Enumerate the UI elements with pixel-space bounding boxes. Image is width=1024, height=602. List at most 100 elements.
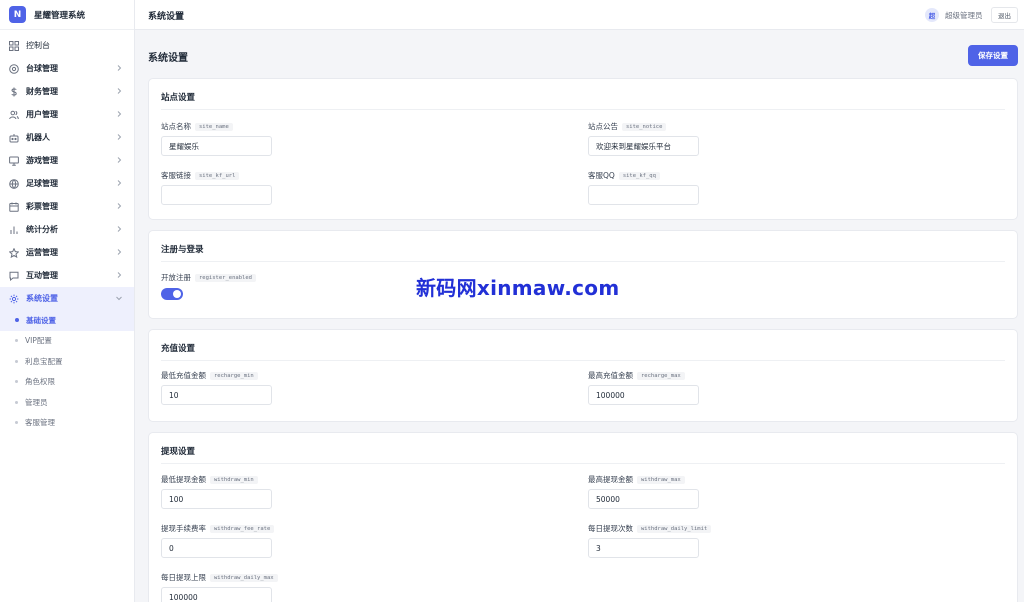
sidebar-subitem-customer-service[interactable]: 客服管理 [0, 413, 134, 434]
save-settings-button[interactable]: 保存设置 [968, 45, 1018, 66]
sidebar-item-robot[interactable]: 机器人 [0, 126, 134, 149]
divider [161, 360, 1005, 361]
sidebar-item-lottery[interactable]: 彩票管理 [0, 195, 134, 218]
register-enabled-toggle[interactable] [161, 288, 183, 300]
withdraw-fee-rate-input[interactable]: 0 [161, 538, 272, 558]
recharge-max-input[interactable]: 100000 [588, 385, 699, 405]
sidebar-subitem-vip-config[interactable]: VIP配置 [0, 331, 134, 352]
sidebar-subitem-label: VIP配置 [25, 336, 52, 346]
topbar: 系统设置 超 超级管理员 退出 [135, 0, 1024, 30]
withdraw-max-input[interactable]: 50000 [588, 489, 699, 509]
sidebar-item-interaction[interactable]: 互动管理 [0, 264, 134, 287]
field-key-badge: withdraw_daily_limit [637, 524, 712, 533]
field-recharge-min: 最低充值金额 recharge_min 10 [161, 370, 272, 405]
sidebar-item-users[interactable]: 用户管理 [0, 103, 134, 126]
field-withdraw-daily-max: 每日提现上限 withdraw_daily_max 100000 [161, 572, 278, 602]
field-label: 客服QQ [588, 171, 615, 180]
withdraw-daily-limit-input[interactable]: 3 [588, 538, 699, 558]
gear-icon [9, 294, 19, 304]
sidebar-item-finance[interactable]: 财务管理 [0, 80, 134, 103]
bullet-icon [15, 318, 19, 323]
field-label: 站点公告 [588, 122, 618, 131]
chevron-right-icon [117, 134, 122, 140]
sidebar-item-system-settings[interactable]: 系统设置 [0, 287, 134, 310]
chevron-right-icon [117, 157, 122, 163]
field-site-notice: 站点公告 site_notice 欢迎来到星耀娱乐平台 [588, 121, 699, 156]
chevron-right-icon [117, 111, 122, 117]
sidebar-subitem-label: 角色权限 [25, 377, 55, 387]
sidebar-subitem-basic-settings[interactable]: 基础设置 [0, 310, 134, 331]
sidebar-nav: 控制台 台球管理 财务管理 用户管理 机器人 游戏管理 足球管理 彩票管理 统计… [0, 30, 134, 433]
section-title: 提现设置 [161, 447, 196, 457]
field-key-badge: site_kf_qq [618, 171, 660, 180]
field-key-badge: recharge_max [637, 371, 685, 380]
sidebar-item-billiards[interactable]: 台球管理 [0, 57, 134, 80]
field-key-badge: site_notice [622, 122, 667, 131]
section-title: 充值设置 [161, 344, 196, 354]
field-key-badge: register_enabled [195, 273, 256, 282]
chevron-right-icon [117, 226, 122, 232]
bullet-icon [15, 400, 18, 404]
field-key-badge: site_kf_url [195, 171, 240, 180]
sidebar-item-label: 互动管理 [26, 271, 58, 280]
sidebar-subitem-admins[interactable]: 管理员 [0, 392, 134, 413]
bullet-icon [15, 421, 18, 425]
sidebar-item-label: 台球管理 [26, 64, 58, 73]
sidebar-subitem-role-permissions[interactable]: 角色权限 [0, 372, 134, 393]
withdraw-daily-max-input[interactable]: 100000 [161, 587, 272, 602]
field-label: 每日提现次数 [588, 524, 633, 533]
site-settings-card: 站点设置 站点名称 site_name 星耀娱乐 站点公告 site_notice … [148, 78, 1018, 220]
withdraw-min-input[interactable]: 100 [161, 489, 272, 509]
sidebar-item-dashboard[interactable]: 控制台 [0, 34, 134, 57]
logout-button[interactable]: 退出 [991, 7, 1018, 23]
sidebar-item-label: 控制台 [26, 41, 50, 50]
chevron-right-icon [117, 272, 122, 278]
field-label: 客服链接 [161, 171, 191, 180]
field-label: 最高提现金额 [588, 475, 633, 484]
sidebar-subitem-label: 客服管理 [25, 418, 55, 428]
app-logo: N [9, 6, 26, 23]
recharge-min-input[interactable]: 10 [161, 385, 272, 405]
field-key-badge: withdraw_max [637, 475, 685, 484]
sidebar-item-statistics[interactable]: 统计分析 [0, 218, 134, 241]
star-icon [9, 247, 19, 258]
bullet-icon [15, 380, 18, 384]
sidebar-item-label: 运营管理 [26, 248, 58, 257]
sidebar-item-label: 彩票管理 [26, 202, 58, 211]
divider [161, 109, 1005, 110]
chevron-right-icon [117, 88, 122, 94]
section-title: 注册与登录 [161, 245, 204, 255]
sidebar-subitem-interest-config[interactable]: 利息宝配置 [0, 351, 134, 372]
site-kf-url-input[interactable] [161, 185, 272, 205]
field-recharge-max: 最高充值金额 recharge_max 100000 [588, 370, 699, 405]
site-kf-qq-input[interactable] [588, 185, 699, 205]
sidebar-item-label: 机器人 [26, 133, 50, 142]
field-label: 站点名称 [161, 122, 191, 131]
sidebar: N 星耀管理系统 控制台 台球管理 财务管理 用户管理 机器人 游戏管理 足球管… [0, 0, 135, 602]
sidebar-item-label: 统计分析 [26, 225, 58, 234]
sidebar-item-football[interactable]: 足球管理 [0, 172, 134, 195]
withdraw-settings-card: 提现设置 最低提现金额 withdraw_min 100 最高提现金额 withdr… [148, 432, 1018, 602]
divider [161, 463, 1005, 464]
avatar[interactable]: 超 [925, 8, 939, 22]
globe-icon [9, 178, 19, 189]
target-icon [9, 63, 19, 74]
sidebar-item-operations[interactable]: 运营管理 [0, 241, 134, 264]
field-site-kf-qq: 客服QQ site_kf_qq [588, 170, 699, 205]
field-key-badge: site_name [195, 122, 233, 131]
sidebar-item-label: 财务管理 [26, 87, 58, 96]
app-name: 星耀管理系统 [34, 10, 86, 21]
bullet-icon [15, 359, 18, 363]
site-name-input[interactable]: 星耀娱乐 [161, 136, 272, 156]
field-label: 最低提现金额 [161, 475, 206, 484]
message-icon [9, 271, 19, 281]
site-notice-input[interactable]: 欢迎来到星耀娱乐平台 [588, 136, 699, 156]
bar-chart-icon [9, 225, 19, 235]
sidebar-item-games[interactable]: 游戏管理 [0, 149, 134, 172]
field-site-name: 站点名称 site_name 星耀娱乐 [161, 121, 272, 156]
field-register-enabled: 开放注册 register_enabled [161, 272, 256, 300]
sidebar-subitem-label: 管理员 [25, 397, 48, 407]
chevron-down-icon [116, 296, 122, 301]
field-key-badge: withdraw_min [210, 475, 258, 484]
field-withdraw-daily-limit: 每日提现次数 withdraw_daily_limit 3 [588, 523, 712, 558]
